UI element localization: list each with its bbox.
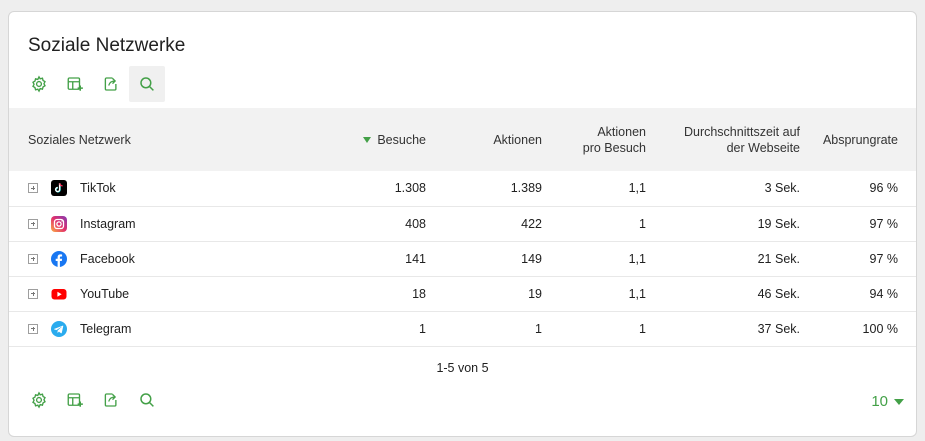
search-button[interactable] (129, 382, 165, 418)
tiktok-icon (51, 180, 67, 197)
table-add-icon (67, 393, 83, 407)
column-header-visits[interactable]: Besuche (316, 108, 444, 171)
gear-icon (32, 391, 46, 409)
network-name: Instagram (80, 216, 136, 231)
expand-icon[interactable] (28, 323, 38, 334)
table-row[interactable]: TikTok 1.308 1.389 1,1 3 Sek. 96 % (9, 171, 916, 206)
bounce-rate-cell: 94 % (869, 286, 899, 301)
limit-value: 10 (871, 393, 888, 410)
expand-icon[interactable] (28, 288, 38, 299)
actions-per-visit-cell: 1,1 (628, 286, 646, 301)
table-header-row: Soziales Netzwerk Besuche Aktionen Aktio… (9, 108, 916, 171)
actions-cell: 149 (521, 251, 542, 266)
search-button[interactable] (129, 66, 165, 102)
column-header-bounce-rate[interactable]: Absprungrate (818, 108, 916, 171)
network-name: Facebook (80, 251, 135, 266)
bounce-rate-cell: 100 % (862, 321, 898, 336)
export-button[interactable] (93, 66, 129, 102)
avg-time-cell: 46 Sek. (757, 286, 800, 301)
top-toolbar (21, 66, 165, 102)
column-header-actions[interactable]: Aktionen (444, 108, 560, 171)
export-icon (104, 393, 117, 407)
limit-selector[interactable]: 10 (871, 393, 904, 410)
actions-cell: 19 (528, 286, 542, 301)
bottom-toolbar (21, 382, 165, 418)
table-row[interactable]: Telegram 1 1 1 37 Sek. 100 % (9, 311, 916, 346)
actions-cell: 1.389 (510, 181, 542, 196)
actions-cell: 422 (521, 216, 542, 231)
social-networks-widget: Soziale Netzwerke Soziales Netzwerk Besu… (8, 11, 917, 437)
search-icon (140, 393, 154, 407)
table-row[interactable]: Instagram 408 422 1 19 Sek. 97 % (9, 206, 916, 241)
sort-desc-icon (363, 136, 372, 143)
table-row[interactable]: YouTube 18 19 1,1 46 Sek. 94 % (9, 276, 916, 311)
youtube-icon (51, 286, 67, 302)
visits-cell: 141 (405, 251, 426, 266)
network-name: TikTok (80, 181, 116, 196)
export-button[interactable] (93, 382, 129, 418)
column-header-network[interactable]: Soziales Netzwerk (9, 108, 316, 171)
visits-cell: 1 (419, 321, 426, 336)
search-icon (140, 77, 154, 91)
avg-time-cell: 37 Sek. (757, 321, 800, 336)
visits-cell: 1.308 (394, 181, 426, 196)
avg-time-cell: 3 Sek. (764, 181, 800, 196)
gear-icon (32, 75, 46, 93)
widget-title: Soziale Netzwerke (28, 35, 186, 56)
export-icon (104, 77, 117, 91)
expand-icon[interactable] (28, 183, 38, 194)
visits-cell: 18 (412, 286, 426, 301)
actions-per-visit-cell: 1,1 (628, 181, 646, 196)
bounce-rate-cell: 97 % (869, 251, 899, 266)
bounce-rate-cell: 96 % (869, 181, 899, 196)
visits-cell: 408 (405, 216, 426, 231)
settings-button[interactable] (21, 382, 57, 418)
avg-time-cell: 19 Sek. (757, 216, 800, 231)
pagination-info: 1-5 von 5 (436, 361, 489, 375)
actions-per-visit-cell: 1 (639, 216, 646, 231)
avg-time-cell: 21 Sek. (757, 251, 800, 266)
table-view-button[interactable] (57, 382, 93, 418)
caret-down-icon (894, 398, 904, 405)
data-table: Soziales Netzwerk Besuche Aktionen Aktio… (9, 108, 916, 347)
network-name: Telegram (80, 321, 132, 336)
bounce-rate-cell: 97 % (869, 216, 899, 231)
actions-cell: 1 (535, 321, 542, 336)
network-name: YouTube (80, 286, 130, 301)
expand-icon[interactable] (28, 218, 38, 229)
table-row[interactable]: Facebook 141 149 1,1 21 Sek. 97 % (9, 241, 916, 276)
settings-button[interactable] (21, 66, 57, 102)
expand-icon[interactable] (28, 253, 38, 264)
instagram-icon (51, 215, 67, 232)
column-header-actions-per-visit[interactable]: Aktionen pro Besuch (560, 108, 664, 171)
table-view-button[interactable] (57, 66, 93, 102)
column-header-avg-time[interactable]: Durchschnittszeit auf der Webseite (664, 108, 818, 171)
table-add-icon (67, 77, 83, 91)
actions-per-visit-cell: 1,1 (628, 251, 646, 266)
telegram-icon (51, 320, 67, 337)
facebook-icon (51, 250, 67, 267)
actions-per-visit-cell: 1 (639, 321, 646, 336)
